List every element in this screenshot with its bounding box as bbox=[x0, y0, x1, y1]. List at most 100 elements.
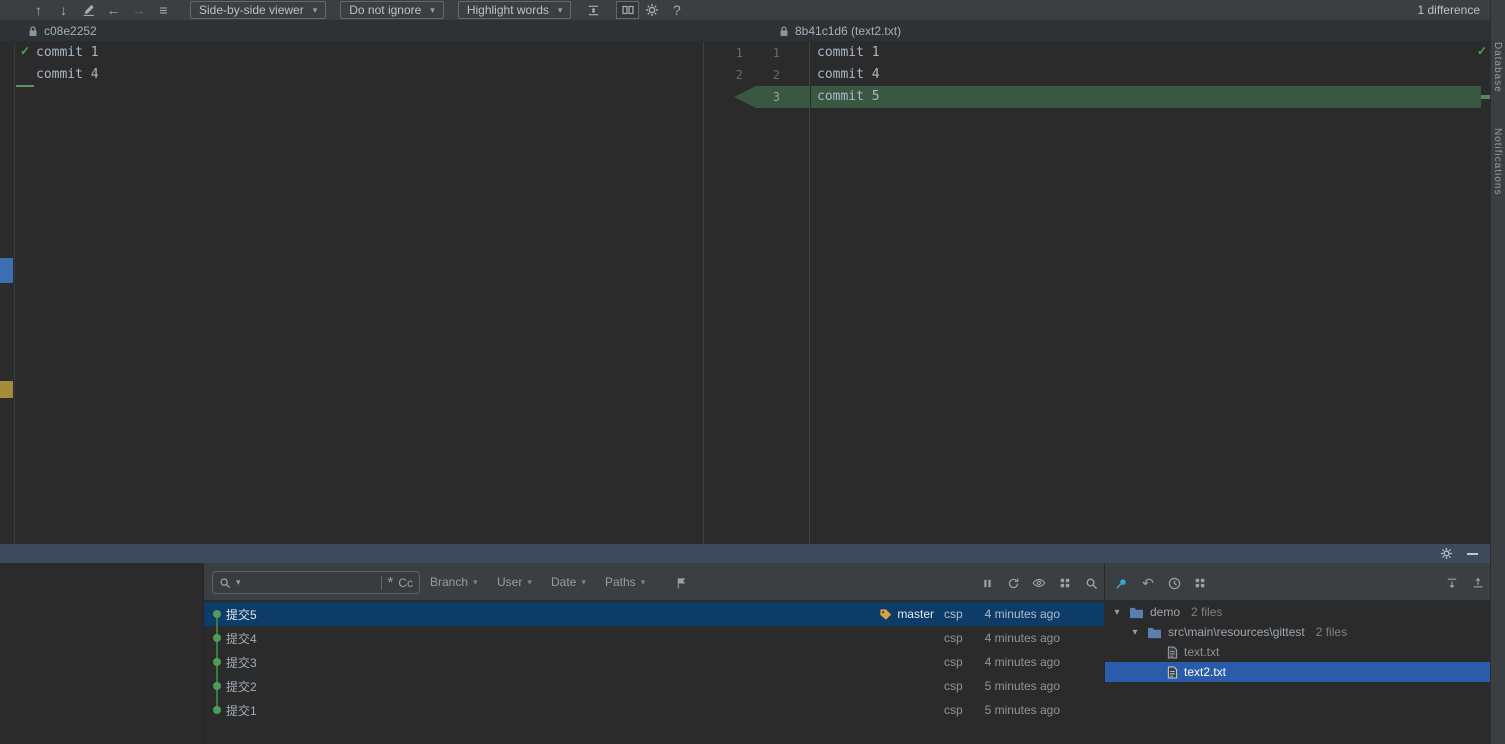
search-input[interactable] bbox=[245, 575, 377, 590]
diff-splitter[interactable] bbox=[703, 42, 810, 544]
log-search-field[interactable]: ▾ * Cc bbox=[212, 571, 420, 594]
commit-time: 4 minutes ago bbox=[984, 607, 1060, 621]
divider bbox=[381, 575, 383, 590]
compare-previous-file-button[interactable]: ← bbox=[101, 0, 126, 20]
line-number: 3 bbox=[772, 90, 780, 104]
grid-icon bbox=[1195, 578, 1205, 588]
gear-icon bbox=[645, 4, 658, 16]
collapse-all-button[interactable] bbox=[1469, 574, 1487, 592]
inspections-ok-icon: ✓ bbox=[1477, 44, 1488, 58]
commit-row[interactable]: 提交4 csp 4 minutes ago bbox=[204, 626, 1104, 650]
pause-refresh-button[interactable] bbox=[978, 574, 996, 592]
chevron-down-icon[interactable]: ▾ bbox=[236, 578, 241, 587]
left-scrollbar-stripe[interactable] bbox=[0, 42, 15, 544]
tree-file-name: text2.txt bbox=[1184, 665, 1227, 679]
next-difference-button[interactable]: ↓ bbox=[51, 0, 76, 20]
commit-author: csp bbox=[944, 679, 963, 693]
jump-to-source-button[interactable] bbox=[76, 0, 101, 20]
chevron-down-icon: ▾ bbox=[640, 576, 646, 587]
show-details-button[interactable] bbox=[1030, 574, 1048, 592]
toolwindow-settings-button[interactable] bbox=[1440, 547, 1453, 560]
sync-scrolling-icon bbox=[622, 5, 634, 15]
commit-row[interactable]: 提交2 csp 5 minutes ago bbox=[204, 674, 1104, 698]
toolwindow-button-notifications[interactable]: Notifications bbox=[1492, 128, 1503, 195]
tree-row-file[interactable]: text.txt bbox=[1105, 642, 1490, 662]
regex-toggle[interactable]: * bbox=[387, 575, 393, 590]
commit-author: csp bbox=[944, 631, 963, 645]
help-icon: ? bbox=[673, 2, 681, 18]
rollback-button[interactable]: ↶ bbox=[1139, 574, 1157, 592]
insertion-marker bbox=[16, 85, 34, 87]
code-line-added[interactable]: commit 5 bbox=[811, 86, 1481, 108]
chevron-down-icon[interactable]: ▾ bbox=[1129, 627, 1141, 638]
grid-icon bbox=[1060, 578, 1070, 588]
code-line[interactable]: commit 4 bbox=[16, 64, 703, 86]
commit-subject: 提交3 bbox=[226, 655, 257, 670]
branch-name: master bbox=[897, 607, 934, 621]
goto-hash-button[interactable] bbox=[672, 574, 690, 592]
commit-row[interactable]: 提交3 csp 4 minutes ago bbox=[204, 650, 1104, 674]
commit-row[interactable]: 提交1 csp 5 minutes ago bbox=[204, 698, 1104, 722]
collapse-unchanged-icon bbox=[589, 5, 599, 15]
collapse-branches-button[interactable] bbox=[1056, 574, 1074, 592]
lock-icon bbox=[780, 25, 788, 36]
sync-scrolling-toggle[interactable] bbox=[616, 1, 640, 19]
commit-author: csp bbox=[944, 703, 963, 717]
diff-settings-button[interactable] bbox=[639, 0, 664, 20]
diff-headers: c08e2252 8b41c1d6 (text2.txt) bbox=[0, 20, 1490, 42]
scrollbar-marker-added[interactable] bbox=[1481, 95, 1490, 99]
code-line[interactable]: commit 1 bbox=[811, 42, 1481, 64]
pause-icon bbox=[983, 579, 991, 587]
chevron-down-icon[interactable]: ▾ bbox=[1111, 607, 1123, 618]
right-revision-hash: 8b41c1d6 (text2.txt) bbox=[795, 24, 902, 38]
branch-filter-dropdown[interactable]: Branch ▾ bbox=[430, 570, 478, 594]
file-icon bbox=[1167, 645, 1178, 659]
commit-row[interactable]: 提交5 master csp 4 minutes ago bbox=[204, 602, 1104, 626]
viewer-mode-dropdown[interactable]: Side-by-side viewer ▾ bbox=[190, 1, 327, 19]
left-line-numbers: 1 2 bbox=[705, 42, 743, 86]
diff-preview-pin-button[interactable] bbox=[1112, 574, 1130, 592]
hide-toolwindow-button[interactable] bbox=[1467, 552, 1478, 555]
tree-root-name: demo bbox=[1150, 605, 1181, 619]
ignore-whitespace-dropdown[interactable]: Do not ignore ▾ bbox=[340, 1, 444, 19]
chevron-down-icon: ▾ bbox=[527, 576, 532, 587]
inspections-ok-icon: ✓ bbox=[20, 44, 31, 58]
history-button[interactable] bbox=[1165, 574, 1183, 592]
previous-difference-button[interactable]: ↑ bbox=[26, 0, 51, 20]
gear-icon bbox=[1440, 547, 1453, 560]
tree-directory-name: src\main\resources\gittest bbox=[1168, 625, 1305, 639]
group-by-button[interactable] bbox=[1191, 574, 1209, 592]
log-magnifier-button[interactable] bbox=[1082, 574, 1100, 592]
scrollbar-marker-change[interactable] bbox=[0, 258, 13, 283]
right-diff-editor[interactable]: commit 1 commit 4 commit 5 bbox=[811, 42, 1481, 544]
line-number: 1 bbox=[772, 46, 780, 60]
undo-icon: ↶ bbox=[1142, 574, 1154, 591]
tree-row-root[interactable]: ▾ demo 2 files bbox=[1105, 602, 1490, 622]
help-button[interactable]: ? bbox=[664, 0, 689, 20]
tree-root-count: 2 files bbox=[1191, 605, 1223, 619]
tree-row-directory[interactable]: ▾ src\main\resources\gittest 2 files bbox=[1105, 622, 1490, 642]
expand-all-button[interactable] bbox=[1443, 574, 1461, 592]
right-revision-title: 8b41c1d6 (text2.txt) bbox=[779, 20, 901, 42]
compare-next-file-button[interactable]: → bbox=[126, 0, 151, 20]
commit-subject: 提交1 bbox=[226, 703, 257, 718]
refresh-icon bbox=[1008, 577, 1018, 588]
refresh-button[interactable] bbox=[1004, 574, 1022, 592]
highlight-mode-dropdown[interactable]: Highlight words ▾ bbox=[457, 1, 572, 19]
diff-file-list-button[interactable]: ≡ bbox=[151, 0, 176, 20]
code-line[interactable]: commit 4 bbox=[811, 64, 1481, 86]
paths-filter-dropdown[interactable]: Paths ▾ bbox=[605, 570, 645, 594]
user-filter-dropdown[interactable]: User ▾ bbox=[497, 570, 532, 594]
match-case-toggle[interactable]: Cc bbox=[398, 576, 413, 590]
collapse-unchanged-button[interactable] bbox=[581, 0, 606, 20]
pin-icon bbox=[1115, 578, 1126, 589]
date-filter-dropdown[interactable]: Date ▾ bbox=[551, 570, 586, 594]
code-line[interactable]: commit 1 bbox=[16, 42, 703, 64]
ignore-whitespace-label: Do not ignore bbox=[349, 3, 422, 17]
scrollbar-marker-warning[interactable] bbox=[0, 381, 13, 398]
tree-row-file-selected[interactable]: text2.txt bbox=[1105, 662, 1490, 682]
right-toolwindow-stripe bbox=[1490, 0, 1505, 744]
toolwindow-button-database[interactable]: Database bbox=[1492, 42, 1503, 93]
left-diff-editor[interactable]: commit 1 commit 4 bbox=[16, 42, 703, 544]
commit-graph-node bbox=[213, 634, 221, 642]
